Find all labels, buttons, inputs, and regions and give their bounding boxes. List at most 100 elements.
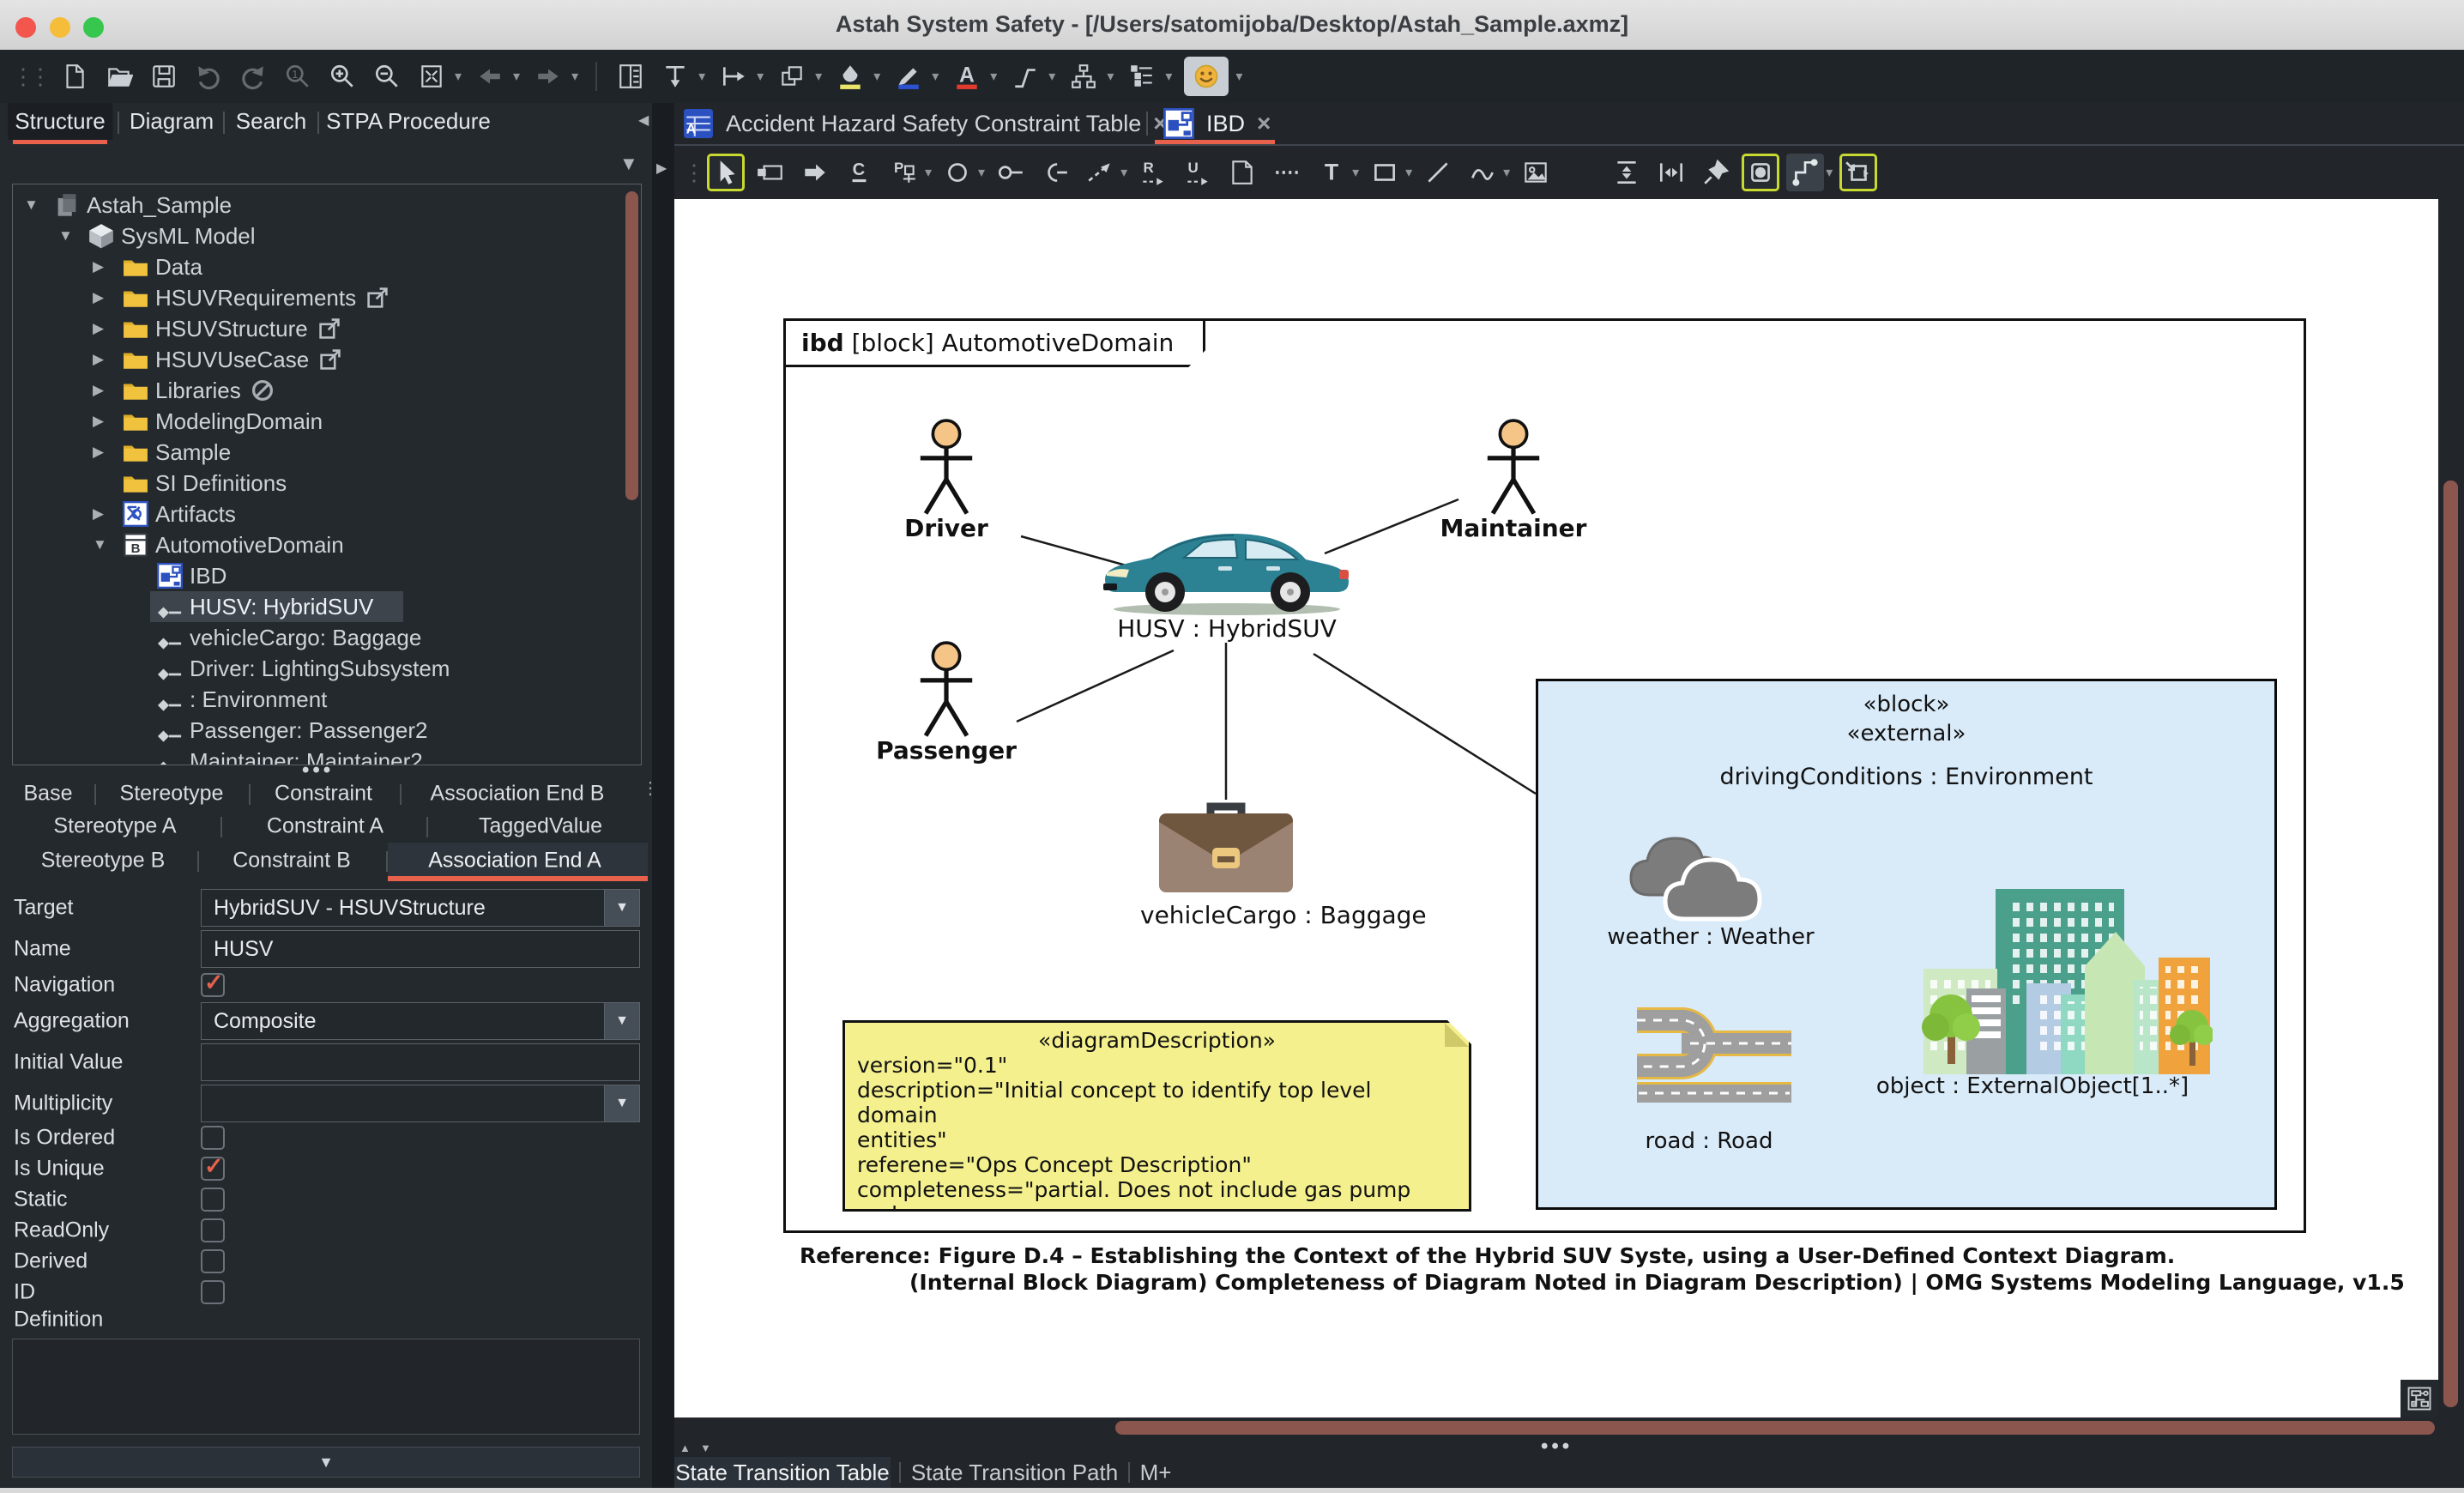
- tree-item[interactable]: ▶ ModelingDomain: [13, 406, 641, 437]
- actor-driver[interactable]: Driver: [861, 419, 1032, 542]
- flow-port-icon[interactable]: [1839, 154, 1878, 191]
- weather-icon[interactable]: [1609, 828, 1810, 924]
- diagram-canvas[interactable]: ibd [block] AutomotiveDomain Driver Main…: [674, 199, 2438, 1417]
- freehand-tool-icon[interactable]: [1464, 154, 1501, 191]
- open-file-icon[interactable]: [103, 59, 136, 94]
- tree-scrollbar-thumb[interactable]: [625, 191, 638, 500]
- expander-open-icon[interactable]: ▼: [24, 196, 39, 214]
- expander-closed-icon[interactable]: ▶: [93, 413, 104, 430]
- align-vertical-icon[interactable]: [659, 59, 691, 94]
- chevron-down-icon[interactable]: ▼: [604, 890, 639, 926]
- chevron-down-icon[interactable]: ▾: [1826, 164, 1833, 181]
- tree-item[interactable]: ▶ Sample: [13, 437, 641, 468]
- expander-closed-icon[interactable]: ▶: [93, 505, 104, 523]
- bottom-tab-state-transition-table[interactable]: State Transition Table: [674, 1457, 891, 1488]
- tree-item[interactable]: Driver: LightingSubsystem: [13, 653, 641, 684]
- history-back-icon[interactable]: [474, 59, 506, 94]
- emoji-button[interactable]: [1184, 57, 1229, 96]
- pin-icon[interactable]: [1697, 154, 1735, 191]
- tree-item[interactable]: ▼ Astah_Sample: [13, 190, 641, 221]
- target-select[interactable]: HybridSUV - HSUVStructure ▼: [201, 889, 640, 927]
- tab-base[interactable]: Base: [24, 782, 73, 807]
- tree-item[interactable]: SI Definitions: [13, 468, 641, 499]
- chevron-down-icon[interactable]: ▾: [815, 68, 822, 85]
- part-husv[interactable]: HUSV : HybridSUV: [1098, 515, 1356, 643]
- diagram-description-note[interactable]: «diagramDescription» version="0.1" descr…: [842, 1020, 1471, 1212]
- chevron-down-icon[interactable]: ▾: [925, 164, 932, 181]
- tab-constraint-b[interactable]: Constraint B: [233, 849, 351, 873]
- tree-item[interactable]: : Environment: [13, 684, 641, 715]
- chevron-down-icon[interactable]: ▾: [1405, 164, 1412, 181]
- derived-checkbox[interactable]: [201, 1249, 225, 1273]
- collapse-panel-button[interactable]: ▼: [12, 1447, 640, 1478]
- line-tool-icon[interactable]: [1419, 154, 1457, 191]
- chevron-down-icon[interactable]: ▾: [513, 68, 520, 85]
- expander-closed-icon[interactable]: ▶: [93, 444, 104, 461]
- line-shape-icon[interactable]: [1009, 59, 1042, 94]
- line-color-icon[interactable]: [892, 59, 925, 94]
- connection-point-icon[interactable]: [1742, 154, 1780, 191]
- part-vehicle-cargo[interactable]: vehicleCargo : Baggage: [1140, 798, 1427, 929]
- zoom-in-icon[interactable]: [326, 59, 359, 94]
- depth-order-icon[interactable]: [776, 59, 808, 94]
- scroll-up-icon[interactable]: ▲: [679, 1442, 691, 1454]
- tab-constraint[interactable]: Constraint: [275, 782, 372, 807]
- item-flow-tool-icon[interactable]: [796, 154, 834, 191]
- tab-taggedvalue[interactable]: TaggedValue: [479, 814, 602, 839]
- panel-splitter[interactable]: ▶: [652, 103, 674, 1488]
- fill-color-icon[interactable]: [834, 59, 867, 94]
- tree-item[interactable]: ▶ HSUVUseCase: [13, 344, 641, 375]
- is-ordered-checkbox[interactable]: [201, 1126, 225, 1150]
- static-checkbox[interactable]: [201, 1188, 225, 1212]
- expander-closed-icon[interactable]: ▶: [93, 289, 104, 306]
- tab-diagram[interactable]: Diagram: [123, 103, 220, 140]
- new-file-icon[interactable]: [58, 59, 91, 94]
- readonly-checkbox[interactable]: [201, 1218, 225, 1242]
- chevron-down-icon[interactable]: ▾: [1503, 164, 1510, 181]
- tab-association-end-a[interactable]: Association End A: [428, 849, 601, 873]
- redo-icon[interactable]: [237, 59, 269, 94]
- tree-item[interactable]: ▶ HSUVRequirements: [13, 282, 641, 313]
- structure-list-icon[interactable]: [1126, 59, 1158, 94]
- id-checkbox[interactable]: [201, 1280, 225, 1304]
- bottom-tab-state-transition-path[interactable]: State Transition Path: [909, 1457, 1120, 1488]
- chevron-down-icon[interactable]: ▾: [978, 164, 985, 181]
- editor-tab-ibd[interactable]: IBD ×: [1163, 103, 1271, 144]
- expander-closed-icon[interactable]: ▶: [93, 351, 104, 368]
- tree-item[interactable]: vehicleCargo: Baggage: [13, 622, 641, 653]
- is-unique-checkbox[interactable]: ✓: [201, 1153, 225, 1181]
- anchor-tool-icon[interactable]: [1268, 154, 1306, 191]
- tab-association-end-b[interactable]: Association End B: [431, 782, 605, 807]
- tree-item[interactable]: ▶ HSUVStructure: [13, 313, 641, 344]
- chevron-down-icon[interactable]: ▾: [757, 68, 764, 85]
- diagram-overview-button[interactable]: [2401, 1380, 2438, 1417]
- bottom-tab-m-plus[interactable]: M+: [1134, 1457, 1177, 1488]
- expander-closed-icon[interactable]: ▶: [93, 382, 104, 399]
- canvas-vscrollbar-thumb[interactable]: [2443, 481, 2458, 1407]
- tab-stereotype-a[interactable]: Stereotype A: [53, 814, 176, 839]
- zoom-original-icon[interactable]: 1: [281, 59, 314, 94]
- font-color-icon[interactable]: A: [951, 59, 983, 94]
- tree-item[interactable]: ▶ Artifacts: [13, 499, 641, 529]
- chevron-down-icon[interactable]: ▾: [1235, 68, 1242, 85]
- save-icon[interactable]: [148, 59, 180, 94]
- tab-stpa-procedure[interactable]: STPA Procedure: [319, 103, 498, 140]
- line-style-icon[interactable]: [1786, 154, 1825, 191]
- expander-closed-icon[interactable]: ▶: [93, 258, 104, 275]
- toolbar-grip-icon[interactable]: ⋮⋮: [12, 63, 51, 90]
- dependency-tool-icon[interactable]: [1081, 154, 1119, 191]
- realization-tool-icon[interactable]: R: [1134, 154, 1172, 191]
- tab-search[interactable]: Search: [229, 103, 313, 140]
- chevron-down-icon[interactable]: ▾: [1120, 164, 1127, 181]
- actor-maintainer[interactable]: Maintainer: [1428, 419, 1599, 542]
- chevron-down-icon[interactable]: ▾: [1107, 68, 1114, 85]
- distribute-horizontal-icon[interactable]: [1652, 154, 1690, 191]
- tree-item[interactable]: ▼ SysML Model: [13, 221, 641, 251]
- hierarchy-chart-icon[interactable]: [1067, 59, 1100, 94]
- tree-item[interactable]: ▶ Data: [13, 251, 641, 282]
- detail-panel-icon[interactable]: [614, 59, 647, 94]
- chevron-down-icon[interactable]: ▼: [604, 1085, 639, 1121]
- ellipse-tool-icon[interactable]: [939, 154, 976, 191]
- close-tab-icon[interactable]: ×: [1257, 110, 1271, 137]
- chevron-down-icon[interactable]: ▼: [604, 1003, 639, 1039]
